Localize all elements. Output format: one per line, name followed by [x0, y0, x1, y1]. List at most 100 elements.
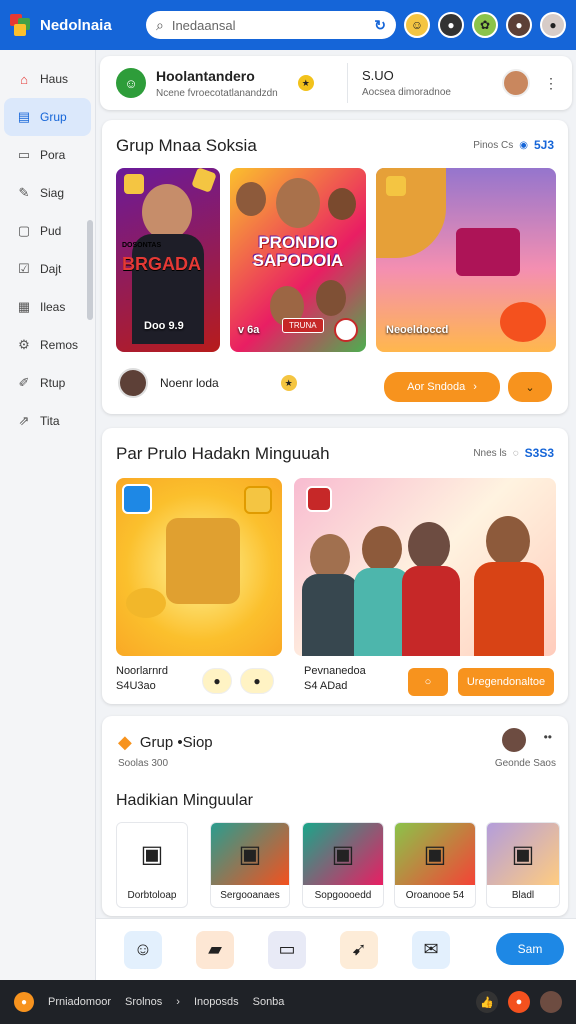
- send-button[interactable]: Sam: [496, 933, 564, 965]
- coin-icon: ★: [280, 375, 297, 391]
- person-image: [142, 184, 192, 240]
- thumbnail-caption: BRGADA: [122, 254, 201, 274]
- shelf-title: Hadikian Minguular: [116, 792, 253, 809]
- shop-item[interactable]: ▣ Oroanooe 54: [394, 822, 476, 908]
- coin-icon: [191, 168, 217, 193]
- profile-subtitle: Ncene fvroecotatlanandzdn: [156, 87, 278, 99]
- app-name: Nedolnaia: [40, 16, 112, 34]
- edit-icon: ☑: [18, 261, 30, 276]
- thumbnail-sub: Doo 9.9: [144, 320, 184, 332]
- sidebar-item-ileas[interactable]: ▦ Ileas: [4, 288, 91, 326]
- action-button[interactable]: Aor Sndoda ›: [384, 372, 500, 402]
- shop-item[interactable]: ▣ Bladl: [486, 822, 560, 908]
- person-image: [408, 522, 450, 570]
- badge-icon: [306, 486, 332, 512]
- badge-icon[interactable]: ✿: [472, 12, 498, 38]
- arrow-app-icon[interactable]: ➹: [340, 930, 378, 969]
- chevron-right-icon: ›: [473, 381, 477, 393]
- sidebar-item-pud[interactable]: ▢ Pud: [4, 212, 91, 250]
- coin-button[interactable]: ●: [202, 668, 232, 694]
- search-bar[interactable]: ⌕ Inedaansal ↻: [146, 11, 396, 39]
- main-content: ☺ Hoolantandero Ncene fvroecotatlanandzd…: [96, 50, 576, 980]
- person-body: [302, 574, 358, 656]
- person-image: [276, 178, 320, 228]
- chat-app-icon[interactable]: ✉: [412, 930, 450, 969]
- search-input[interactable]: Inedaansal: [172, 18, 366, 33]
- taskbar-item[interactable]: Prniadomoor: [48, 996, 111, 1008]
- taskbar: ● Prniadomoor Srolnos › Inoposds Sonba 👍…: [0, 980, 576, 1024]
- refresh-icon[interactable]: ↻: [374, 17, 386, 34]
- person-image: [362, 526, 402, 572]
- user-avatar[interactable]: [502, 728, 526, 752]
- sidebar-item-rtup[interactable]: ✐ Rtup: [4, 364, 91, 402]
- user-avatar-1[interactable]: ●: [438, 12, 464, 38]
- shop-item[interactable]: ▣ Sergooanaes: [210, 822, 290, 908]
- shop-item[interactable]: ▣ Dorbtoloap: [116, 822, 188, 908]
- notification-icon[interactable]: ●: [508, 991, 530, 1013]
- section-count: 5J3: [533, 138, 554, 152]
- reward-caption: Noorlarnrd: [116, 665, 168, 677]
- coin-icon: [386, 176, 406, 196]
- shop-icon: ◆: [118, 732, 132, 752]
- sidebar-item-siag[interactable]: ✎ Siag: [4, 174, 91, 212]
- sidebar-item-label: Dajt: [40, 262, 62, 276]
- location-pin-icon[interactable]: ●: [14, 992, 34, 1012]
- thumbnail-card-2[interactable]: PRONDIO SAPODOIA v 6a TRUNA: [230, 168, 366, 352]
- thumbnail-card-3[interactable]: Neoeldoccd: [376, 168, 556, 352]
- coin-button[interactable]: ●: [240, 668, 274, 694]
- shop-item-label: Bladl: [511, 890, 535, 901]
- shop-item[interactable]: ▣ Sopgoooedd: [302, 822, 384, 908]
- taskbar-item[interactable]: Inoposds: [194, 996, 239, 1008]
- member-avatar[interactable]: [118, 368, 148, 398]
- expand-button[interactable]: ⌄: [508, 372, 552, 402]
- more-options-icon[interactable]: ••: [544, 730, 552, 744]
- profile-app-icon[interactable]: ☺: [124, 930, 162, 969]
- sidebar-scrollbar[interactable]: [87, 220, 93, 320]
- coin-icon: [244, 486, 272, 514]
- section-title: Grup Mnaa Soksia: [116, 136, 257, 155]
- sidebar-item-label: Remos: [40, 338, 79, 352]
- sidebar-item-label: Pora: [40, 148, 66, 162]
- more-options-icon[interactable]: ⋮: [544, 75, 558, 92]
- sidebar-item-label: Pud: [40, 224, 62, 238]
- user-avatar-2[interactable]: ●: [506, 12, 532, 38]
- section-title: Par Prulo Hadakn Minguuah: [116, 444, 330, 463]
- reward-card-right[interactable]: [294, 478, 556, 656]
- sidebar-item-dajt[interactable]: ☑ Dajt: [4, 250, 91, 288]
- sidebar-item-grup[interactable]: ▤ Grup: [4, 98, 91, 136]
- pen-icon: ✎: [18, 185, 30, 200]
- taskbar-item[interactable]: Srolnos: [125, 996, 162, 1008]
- sidebar-item-tita[interactable]: ⇗ Tita: [4, 402, 91, 440]
- emoji-icon[interactable]: ☺: [404, 12, 430, 38]
- user-avatar[interactable]: [540, 991, 562, 1013]
- folder-app-icon[interactable]: ▰: [196, 930, 234, 969]
- reward-button[interactable]: Uregendonaltoe: [458, 668, 554, 696]
- badge-icon: [122, 484, 152, 514]
- profile-avatar[interactable]: ☺: [116, 68, 146, 98]
- treasure-image: ▣: [117, 823, 187, 885]
- settings-icon: ⚙: [18, 337, 30, 352]
- app-logo[interactable]: Nedolnaia: [10, 14, 140, 36]
- action-button-label: Aor Sndoda: [407, 381, 466, 393]
- logo-icon: [10, 14, 34, 36]
- reward-subcaption: S4 ADad: [304, 680, 348, 692]
- record-button[interactable]: ○: [408, 668, 448, 696]
- screen-app-icon[interactable]: ▭: [268, 930, 306, 969]
- circle-icon: ○: [424, 676, 432, 688]
- taskbar-item[interactable]: Sonba: [253, 996, 285, 1008]
- thumb-up-icon[interactable]: 👍: [476, 991, 498, 1013]
- person-body: [474, 562, 544, 656]
- sidebar-item-haus[interactable]: ⌂ Haus: [4, 60, 91, 98]
- sidebar-item-pora[interactable]: ▭ Pora: [4, 136, 91, 174]
- user-avatar-3[interactable]: ●: [540, 12, 566, 38]
- member-name: Noenr loda: [160, 376, 219, 390]
- thumbnail-card-1[interactable]: DOSONTAS BRGADA Doo 9.9: [116, 168, 220, 352]
- reward-card-left[interactable]: [116, 478, 282, 656]
- file-icon: ▢: [17, 223, 31, 238]
- person-body: [402, 566, 460, 656]
- sidebar-item-remos[interactable]: ⚙ Remos: [4, 326, 91, 364]
- shop-item-label: Sopgoooedd: [314, 890, 372, 901]
- group-section-card: Grup Mnaa Soksia Pinos Cs ◉ 5J3 DOSONTAS…: [102, 120, 568, 414]
- user-avatar[interactable]: [502, 69, 530, 97]
- shop-item-label: Dorbtoloap: [127, 890, 177, 901]
